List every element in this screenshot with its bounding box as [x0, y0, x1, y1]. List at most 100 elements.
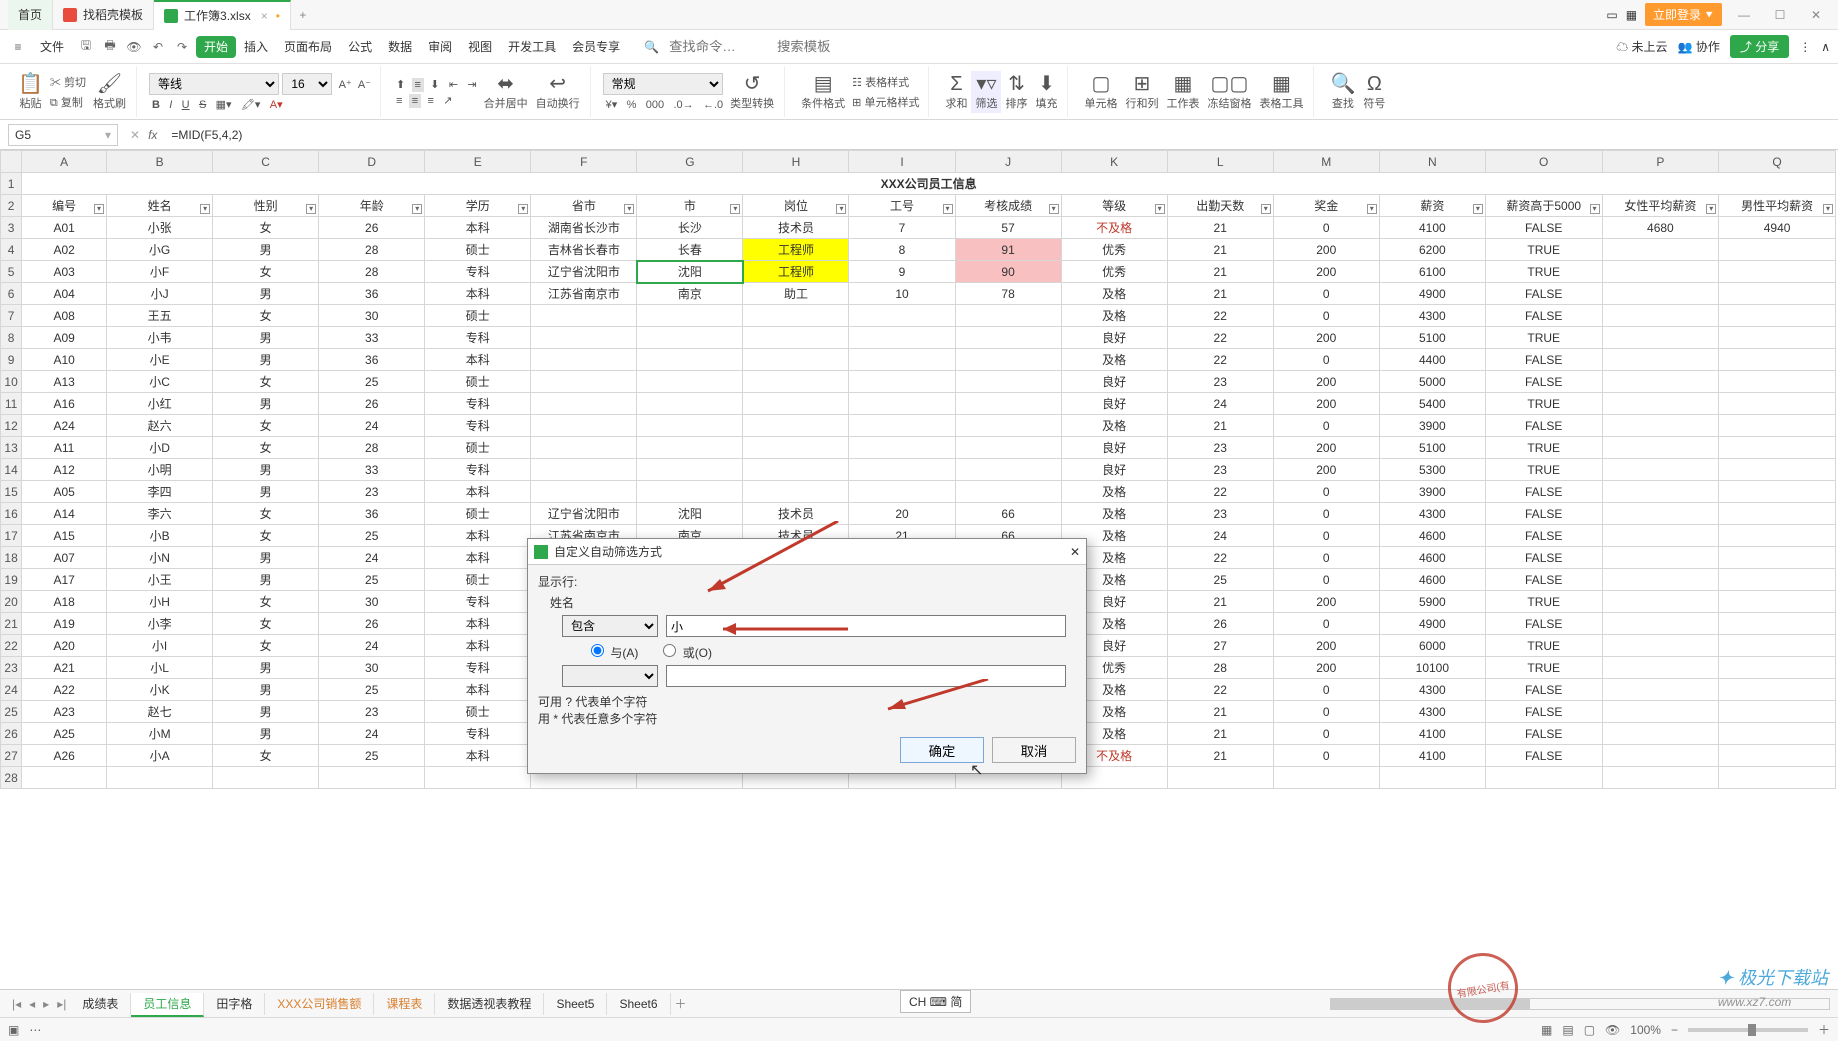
data-cell[interactable] [743, 371, 849, 393]
more-icon[interactable]: ⋮ [1799, 40, 1811, 54]
sheet-tab-4[interactable]: 课程表 [374, 993, 435, 1015]
data-cell[interactable]: 28 [319, 261, 425, 283]
data-cell[interactable]: FALSE [1485, 371, 1602, 393]
data-cell[interactable] [531, 371, 637, 393]
data-cell[interactable] [1602, 569, 1719, 591]
row-header[interactable]: 21 [1, 613, 22, 635]
data-cell[interactable]: 23 [1167, 371, 1273, 393]
data-cell[interactable]: FALSE [1485, 745, 1602, 767]
data-cell[interactable]: 本科 [425, 217, 531, 239]
data-cell[interactable]: 4680 [1602, 217, 1719, 239]
data-cell[interactable] [1167, 767, 1273, 789]
data-cell[interactable]: 0 [1273, 415, 1379, 437]
data-cell[interactable]: 28 [1167, 657, 1273, 679]
filter-arrow-icon[interactable]: ▾ [518, 204, 528, 214]
data-cell[interactable]: 及格 [1061, 305, 1167, 327]
data-cell[interactable]: A26 [22, 745, 107, 767]
app-menu-icon[interactable]: ≡ [8, 40, 28, 54]
row-header[interactable]: 24 [1, 679, 22, 701]
row-header[interactable]: 7 [1, 305, 22, 327]
condition1-operator-select[interactable]: 包含 [562, 615, 658, 637]
filter-arrow-icon[interactable]: ▾ [1155, 204, 1165, 214]
data-cell[interactable]: 良好 [1061, 371, 1167, 393]
minimize-icon[interactable]: — [1730, 8, 1758, 22]
data-cell[interactable]: A22 [22, 679, 107, 701]
data-cell[interactable] [1602, 437, 1719, 459]
data-cell[interactable]: 小李 [107, 613, 213, 635]
data-cell[interactable]: 男 [213, 723, 319, 745]
data-cell[interactable]: 5100 [1379, 437, 1485, 459]
data-cell[interactable]: 沈阳 [637, 261, 743, 283]
redo-icon[interactable]: ↷ [172, 40, 192, 54]
filter-arrow-icon[interactable]: ▾ [1049, 204, 1059, 214]
data-cell[interactable]: 200 [1273, 437, 1379, 459]
data-cell[interactable] [1719, 327, 1836, 349]
data-cell[interactable]: 0 [1273, 283, 1379, 305]
data-cell[interactable]: 小H [107, 591, 213, 613]
data-cell[interactable]: 女 [213, 371, 319, 393]
data-cell[interactable]: 4100 [1379, 217, 1485, 239]
data-cell[interactable]: 24 [1167, 525, 1273, 547]
filter-button[interactable]: ▾▿筛选 [971, 71, 1001, 113]
data-cell[interactable] [1719, 569, 1836, 591]
table-header-cell[interactable]: 奖金▾ [1273, 195, 1379, 217]
freeze-button[interactable]: ▢▢冻结窗格 [1203, 71, 1255, 113]
data-cell[interactable] [637, 481, 743, 503]
data-cell[interactable]: 及格 [1061, 481, 1167, 503]
data-cell[interactable] [531, 459, 637, 481]
cond-format-button[interactable]: ▤条件格式 [797, 71, 849, 113]
filter-arrow-icon[interactable]: ▾ [730, 204, 740, 214]
data-cell[interactable]: 33 [319, 327, 425, 349]
data-cell[interactable] [1379, 767, 1485, 789]
data-cell[interactable]: 4600 [1379, 525, 1485, 547]
data-cell[interactable]: 男 [213, 569, 319, 591]
name-box[interactable]: G5▾ [8, 124, 118, 146]
filter-arrow-icon[interactable]: ▾ [1706, 204, 1716, 214]
row-header[interactable]: 26 [1, 723, 22, 745]
data-cell[interactable]: 小韦 [107, 327, 213, 349]
font-color-icon[interactable]: A▾ [267, 98, 286, 112]
layout-icon[interactable]: ▭ [1606, 8, 1617, 22]
dialog-close-icon[interactable]: ✕ [1070, 545, 1080, 559]
data-cell[interactable]: 小王 [107, 569, 213, 591]
data-cell[interactable]: 30 [319, 591, 425, 613]
data-cell[interactable] [637, 437, 743, 459]
data-cell[interactable]: 200 [1273, 327, 1379, 349]
data-cell[interactable]: 专科 [425, 261, 531, 283]
data-cell[interactable]: 硕士 [425, 701, 531, 723]
data-cell[interactable]: 36 [319, 349, 425, 371]
data-cell[interactable]: 23 [319, 701, 425, 723]
data-cell[interactable]: TRUE [1485, 261, 1602, 283]
data-cell[interactable]: 10100 [1379, 657, 1485, 679]
data-cell[interactable]: 专科 [425, 415, 531, 437]
table-header-cell[interactable]: 女性平均薪资▾ [1602, 195, 1719, 217]
or-radio[interactable]: 或(O) [658, 641, 712, 661]
data-cell[interactable]: 专科 [425, 393, 531, 415]
data-cell[interactable]: 本科 [425, 525, 531, 547]
col-header[interactable]: I [849, 151, 955, 173]
data-cell[interactable] [1602, 679, 1719, 701]
data-cell[interactable] [1719, 503, 1836, 525]
data-cell[interactable]: 0 [1273, 745, 1379, 767]
data-cell[interactable]: 技术员 [743, 503, 849, 525]
tab-close-icon[interactable]: × [261, 9, 268, 23]
data-cell[interactable] [1719, 767, 1836, 789]
data-cell[interactable]: A18 [22, 591, 107, 613]
data-cell[interactable] [1602, 305, 1719, 327]
data-cell[interactable]: 良好 [1061, 327, 1167, 349]
close-icon[interactable]: ✕ [1802, 8, 1830, 22]
data-cell[interactable]: FALSE [1485, 613, 1602, 635]
data-cell[interactable]: A15 [22, 525, 107, 547]
row-header[interactable]: 6 [1, 283, 22, 305]
data-cell[interactable] [107, 767, 213, 789]
data-cell[interactable]: 男 [213, 547, 319, 569]
data-cell[interactable] [1719, 283, 1836, 305]
data-cell[interactable] [1719, 305, 1836, 327]
data-cell[interactable]: A24 [22, 415, 107, 437]
data-cell[interactable]: 27 [1167, 635, 1273, 657]
data-cell[interactable]: 24 [319, 723, 425, 745]
cut-button[interactable]: ✂ 剪切 [47, 73, 89, 91]
and-radio[interactable]: 与(A) [586, 641, 638, 661]
data-cell[interactable] [1719, 547, 1836, 569]
zoom-in-icon[interactable]: ＋ [1818, 1021, 1830, 1038]
